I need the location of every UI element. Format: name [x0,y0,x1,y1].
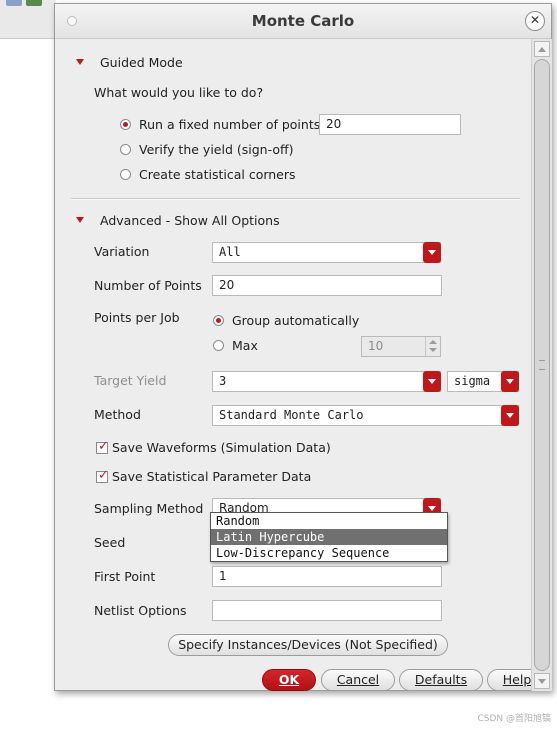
num-points-input[interactable]: 20 [212,275,442,296]
vertical-scrollbar[interactable] [531,39,552,691]
target-yield-label: Target Yield [94,373,167,388]
chevron-down-icon[interactable] [423,242,441,263]
advanced-header[interactable]: Advanced - Show All Options [100,213,280,228]
cancel-button[interactable]: Cancel [321,669,395,691]
max-points-value: 10 [368,339,384,353]
watermark: CSDN @首阳旭镐 [477,714,551,724]
sampling-method-label: Sampling Method [94,501,204,516]
toolbar-icon [6,0,22,6]
cancel-label: Cancel [336,672,380,687]
help-label: Help [502,672,532,687]
dropdown-option-random[interactable]: Random [211,513,447,529]
num-points-label: Number of Points [94,278,202,293]
chevron-down-icon[interactable] [423,371,441,392]
defaults-button[interactable]: Defaults [399,669,483,691]
radio-group-automatically-label[interactable]: Group automatically [232,313,359,328]
radio-group-automatically[interactable] [213,315,224,326]
radio-statistical-corners-label[interactable]: Create statistical corners [139,167,296,182]
ok-label: OK [278,672,300,687]
monte-carlo-dialog: Monte Carlo ✕ Guided Mode What would you… [54,3,552,691]
netlist-options-label: Netlist Options [94,603,187,618]
method-label: Method [94,407,141,422]
save-stat-checkbox[interactable]: ✓ [96,468,109,483]
save-stat-label[interactable]: Save Statistical Parameter Data [112,469,311,484]
collapse-triangle-icon[interactable] [76,217,84,223]
save-waveforms-checkbox[interactable]: ✓ [96,439,109,454]
target-yield-value: 3 [219,374,227,388]
radio-verify-yield-label[interactable]: Verify the yield (sign-off) [139,142,293,157]
target-yield-select[interactable]: 3 [212,371,441,392]
scroll-down-icon[interactable] [534,673,550,689]
netlist-options-input[interactable] [212,600,442,621]
scrollbar-thumb[interactable] [534,59,550,671]
toolbar-icon [26,0,42,6]
method-select[interactable]: Standard Monte Carlo [212,405,519,426]
seed-label: Seed [94,535,126,550]
radio-fixed-points-label[interactable]: Run a fixed number of points [139,117,320,132]
guided-mode-header[interactable]: Guided Mode [100,55,183,70]
radio-verify-yield[interactable] [120,144,131,155]
first-point-label: First Point [94,569,156,584]
dropdown-option-low-discrepancy[interactable]: Low-Discrepancy Sequence [211,545,447,561]
radio-max-label[interactable]: Max [232,338,258,353]
radio-max[interactable] [213,340,224,351]
title-bar[interactable]: Monte Carlo ✕ [55,4,551,39]
section-divider [71,198,520,200]
method-value: Standard Monte Carlo [219,408,364,422]
guided-question: What would you like to do? [94,85,264,100]
variation-select[interactable]: All [212,242,441,263]
dropdown-option-latin-hypercube[interactable]: Latin Hypercube [211,529,447,545]
close-icon[interactable]: ✕ [525,11,545,31]
first-point-input[interactable]: 1 [212,566,442,587]
yield-unit-select[interactable]: sigma [447,371,519,392]
radio-statistical-corners[interactable] [120,169,131,180]
screen: { "dialog": { "title": "Monte Carlo", "c… [0,0,557,730]
defaults-label: Defaults [414,672,468,687]
variation-label: Variation [94,244,150,259]
variation-value: All [219,245,241,259]
chevron-down-icon[interactable] [501,405,519,426]
sampling-method-dropdown: Random Latin Hypercube Low-Discrepancy S… [210,512,448,562]
scroll-up-icon[interactable] [534,41,550,57]
radio-fixed-points[interactable] [120,119,131,130]
dialog-content: Guided Mode What would you like to do? R… [55,39,547,692]
fixed-points-input[interactable]: 20 [319,114,461,135]
specify-instances-button[interactable]: Specify Instances/Devices (Not Specified… [168,634,448,656]
background-app-toolbar [0,0,56,39]
max-points-stepper: 10 [361,336,441,357]
collapse-triangle-icon[interactable] [76,59,84,65]
points-per-job-label: Points per Job [94,310,180,325]
chevron-down-icon[interactable] [501,371,519,392]
ok-button[interactable]: OK [262,669,316,691]
yield-unit-value: sigma [454,374,491,388]
save-waveforms-label[interactable]: Save Waveforms (Simulation Data) [112,440,331,455]
spin-buttons [425,337,440,356]
dialog-title: Monte Carlo [251,12,355,30]
